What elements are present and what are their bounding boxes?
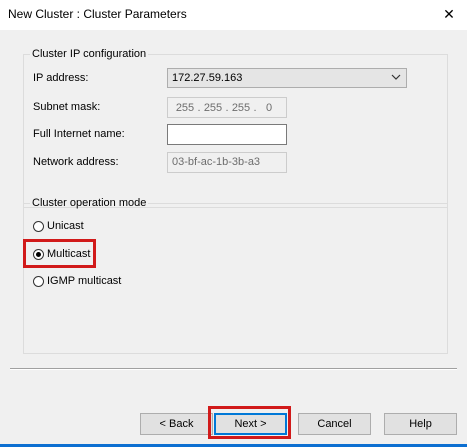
back-button[interactable]: < Back: [140, 413, 213, 435]
cluster-operation-mode-legend: Cluster operation mode: [32, 197, 147, 209]
full-internet-name-label: Full Internet name:: [33, 128, 125, 140]
cancel-button[interactable]: Cancel: [298, 413, 371, 435]
radio-multicast[interactable]: Multicast: [33, 248, 90, 260]
close-button[interactable]: ✕: [435, 2, 463, 26]
radio-unicast[interactable]: Unicast: [33, 220, 84, 232]
next-button[interactable]: Next >: [214, 413, 287, 435]
subnet-octet-3: 255: [231, 101, 251, 114]
radio-unicast-circle[interactable]: [33, 220, 44, 232]
ip-address-value: 172.27.59.163: [172, 72, 243, 84]
subnet-octet-2: 255: [203, 101, 223, 114]
ip-address-dropdown[interactable]: 172.27.59.163: [167, 68, 407, 88]
subnet-mask-field: 255 . 255 . 255 . 0: [167, 97, 287, 118]
radio-multicast-circle[interactable]: [33, 248, 44, 260]
radio-unicast-label: Unicast: [47, 220, 84, 232]
radio-igmp-multicast-label: IGMP multicast: [47, 275, 122, 287]
network-address-label: Network address:: [33, 156, 119, 168]
subnet-octet-4: 0: [265, 101, 273, 114]
network-address-field: 03-bf-ac-1b-3b-a3: [167, 152, 287, 173]
help-button[interactable]: Help: [384, 413, 457, 435]
window-title: New Cluster : Cluster Parameters: [8, 7, 187, 21]
title-bar: New Cluster : Cluster Parameters ✕: [0, 0, 467, 30]
ip-address-label: IP address:: [33, 72, 89, 84]
subnet-mask-label: Subnet mask:: [33, 101, 101, 113]
radio-igmp-multicast-circle[interactable]: [33, 275, 44, 287]
close-icon: ✕: [443, 5, 455, 22]
radio-igmp-multicast[interactable]: IGMP multicast: [33, 275, 121, 287]
full-internet-name-input[interactable]: [167, 124, 287, 145]
cluster-ip-configuration-legend: Cluster IP configuration: [32, 48, 147, 60]
chevron-down-icon: [391, 74, 401, 80]
radio-multicast-label: Multicast: [47, 248, 91, 260]
subnet-octet-1: 255: [175, 101, 195, 114]
footer-separator: [10, 368, 457, 370]
dialog-content: Cluster IP configuration IP address: 172…: [0, 30, 467, 447]
dialog-window: New Cluster : Cluster Parameters ✕ Clust…: [0, 0, 467, 447]
